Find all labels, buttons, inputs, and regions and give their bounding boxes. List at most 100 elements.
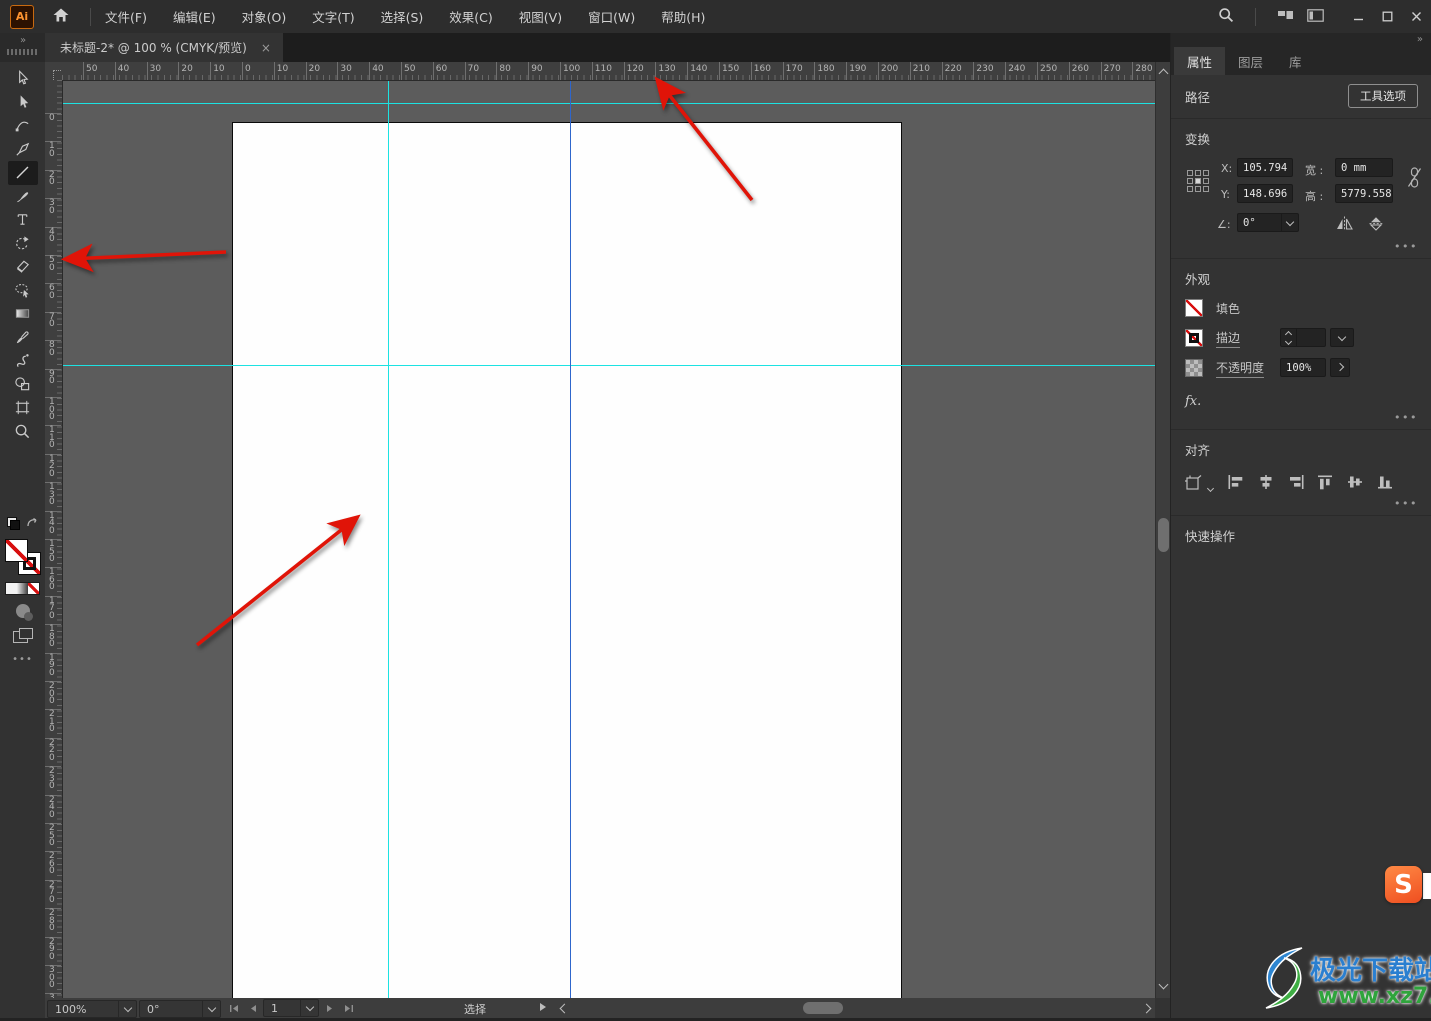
drawing-modes-button[interactable] [15,604,33,621]
shape-builder-tool[interactable] [8,373,38,397]
workspace-switcher-button[interactable] [1270,4,1300,30]
panel-toggle-button[interactable] [1300,4,1330,30]
scroll-right-icon[interactable] [1141,1003,1152,1014]
horizontal-ruler[interactable]: 50 40 30 20 10 0 10 20 30 40 50 60 70 80 90 100 110 120 13… [62,62,1155,81]
swap-fill-stroke-icon[interactable] [26,514,38,533]
canvas[interactable] [62,80,1155,998]
stroke-dropdown-button[interactable] [1331,329,1353,346]
opacity-options-button[interactable] [1330,358,1350,377]
rotate-tool[interactable] [8,232,38,256]
fill-swatch-none[interactable] [4,539,28,562]
width-input[interactable]: 0 mm [1335,158,1393,177]
rotation-combo[interactable]: 0° [139,1000,221,1018]
artboard[interactable] [233,123,901,998]
scroll-left-icon[interactable] [559,1003,570,1014]
flip-horizontal-icon[interactable] [1335,216,1354,235]
default-fill-stroke-icon[interactable] [7,517,20,530]
none-button[interactable] [28,583,39,594]
opacity-input[interactable]: 100% [1280,358,1326,377]
pen-tool[interactable] [8,138,38,162]
screen-mode-button[interactable] [12,628,33,643]
panel-tab[interactable]: 库 [1276,47,1315,75]
direct-selection-tool[interactable] [8,91,38,115]
vertical-guide[interactable] [570,80,571,998]
fill-color-swatch[interactable] [1185,299,1203,317]
align-right-button[interactable] [1286,473,1305,491]
symbol-sprayer-tool[interactable] [8,349,38,373]
scroll-down-icon[interactable] [1158,979,1169,990]
previous-artboard-button[interactable] [244,1000,261,1016]
artboard-number-dropdown[interactable] [300,1000,318,1016]
minimize-button[interactable] [1344,4,1373,30]
toolbar-grip[interactable] [7,49,39,55]
status-expand-icon[interactable] [539,1002,547,1015]
fill-stroke-indicator[interactable] [4,539,41,575]
align-left-button[interactable] [1226,473,1245,491]
menu-item[interactable]: 效果(C) [449,7,492,26]
flip-vertical-icon[interactable] [1369,216,1384,235]
vertical-guide[interactable] [388,80,389,998]
reference-point-selector[interactable] [1187,170,1209,192]
menu-item[interactable]: 文件(F) [105,7,147,26]
y-input[interactable]: 148.696 [1237,184,1293,203]
eyedropper-tool[interactable] [8,326,38,350]
rotation-angle-dropdown[interactable] [1281,214,1298,231]
search-button[interactable] [1211,4,1241,30]
menu-item[interactable]: 编辑(E) [173,7,216,26]
last-artboard-button[interactable] [340,1000,357,1016]
type-tool[interactable] [8,208,38,232]
stroke-weight-dropdown[interactable] [1330,328,1354,347]
transform-more-options[interactable]: ••• [1394,240,1418,253]
menu-item[interactable]: 窗口(W) [588,7,635,26]
horizontal-guide[interactable] [62,103,1155,104]
appearance-more-options[interactable]: ••• [1394,411,1418,424]
stepper-arrows[interactable] [1281,329,1297,346]
paintbrush-tool[interactable] [8,185,38,209]
first-artboard-button[interactable] [225,1000,242,1016]
opacity-label[interactable]: 不透明度 [1216,359,1265,378]
panel-tab[interactable]: 图层 [1225,47,1276,75]
align-more-options[interactable]: ••• [1394,497,1418,510]
opacity-expand[interactable] [1331,359,1349,376]
panel-collapse-icon[interactable]: » [1417,34,1423,45]
menu-item[interactable]: 对象(O) [242,7,287,26]
document-tab[interactable]: 未标题-2* @ 100 % (CMYK/预览) × [45,33,283,62]
ruler-origin-corner[interactable] [45,62,63,81]
edit-toolbar-button[interactable]: ••• [12,654,33,665]
horizontal-scrollbar[interactable] [555,998,1155,1018]
zoom-level-dropdown[interactable] [118,1001,136,1017]
toolbar-collapse-icon[interactable]: » [20,35,26,46]
tool-options-button[interactable]: 工具选项 [1348,84,1418,108]
align-h-center-button[interactable] [1256,473,1275,491]
selection-tool[interactable] [8,67,38,91]
artboard-tool[interactable] [8,396,38,420]
stroke-color-swatch[interactable] [1185,329,1203,347]
artboard-number-combo[interactable]: 1 [263,999,319,1017]
menu-item[interactable]: 视图(V) [519,7,562,26]
constrain-proportions-icon[interactable] [1407,166,1422,194]
fx-button[interactable]: fx. [1185,394,1418,409]
zoom-level-combo[interactable]: 100% [47,1000,137,1018]
scroll-up-icon[interactable] [1158,68,1169,79]
next-artboard-button[interactable] [321,1000,338,1016]
lasso-tool[interactable] [8,279,38,303]
align-v-center-button[interactable] [1346,473,1365,491]
horizontal-scroll-thumb[interactable] [803,1002,843,1014]
vertical-scrollbar[interactable] [1155,62,1171,998]
rotation-dropdown[interactable] [202,1001,220,1017]
menu-item[interactable]: 文字(T) [312,7,354,26]
color-button[interactable] [6,583,17,594]
home-button[interactable] [46,4,76,30]
opacity-swatch[interactable] [1185,359,1203,377]
align-top-button[interactable] [1316,473,1335,491]
vertical-scroll-thumb[interactable] [1158,518,1169,552]
stroke-weight-stepper[interactable] [1280,328,1326,347]
panel-tab[interactable]: 属性 [1174,47,1226,75]
rotation-angle-combo[interactable]: 0° [1237,213,1299,232]
menu-item[interactable]: 帮助(H) [661,7,705,26]
align-to-selector[interactable] [1185,474,1215,492]
horizontal-guide[interactable] [62,365,1155,366]
height-input[interactable]: 5779.558 [1335,184,1393,203]
eraser-tool[interactable] [8,255,38,279]
zoom-tool[interactable] [8,420,38,444]
